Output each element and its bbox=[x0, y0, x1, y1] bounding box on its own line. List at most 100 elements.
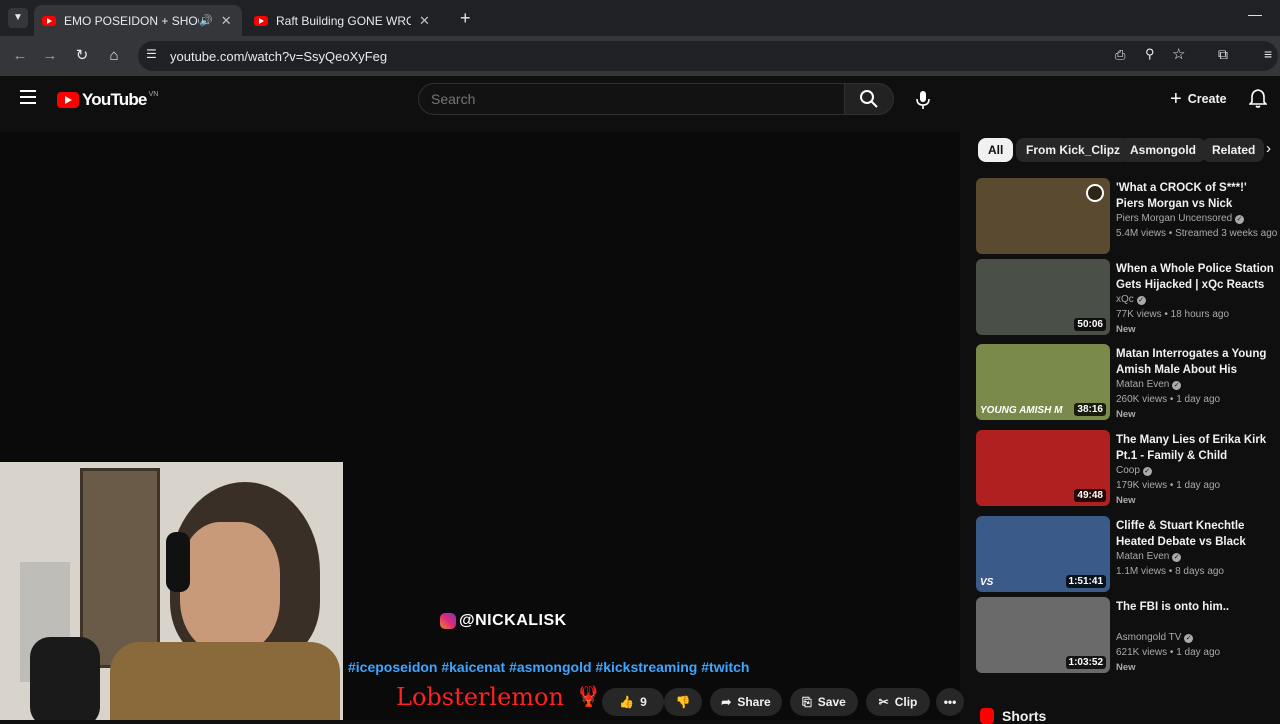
video-title[interactable]: 'What a CROCK of S***!' Piers Morgan vs … bbox=[1116, 180, 1276, 212]
channel-name[interactable]: Asmongold TV ✓ bbox=[1116, 632, 1194, 643]
chip-related[interactable]: Related bbox=[1202, 138, 1264, 162]
browser-menu-icon[interactable]: ≡ bbox=[1264, 46, 1272, 62]
address-bar[interactable]: ☰ youtube.com/watch?v=SsyQeoXyFeg ⎙ ⚲ ☆ bbox=[138, 41, 1278, 71]
search-button[interactable] bbox=[844, 83, 894, 115]
video-meta: 621K views • 1 day ago bbox=[1116, 647, 1221, 658]
bell-icon bbox=[1248, 89, 1268, 108]
close-tab-icon[interactable]: ✕ bbox=[419, 13, 430, 29]
video-thumbnail[interactable]: 50:06 bbox=[976, 259, 1110, 335]
thumbnail-caption: YOUNG AMISH M bbox=[980, 405, 1063, 416]
video-duration: 49:48 bbox=[1074, 489, 1106, 502]
tab-title: Raft Building GONE WRONG! bbox=[276, 13, 411, 28]
video-title[interactable]: When a Whole Police Station Gets Hijacke… bbox=[1116, 261, 1276, 293]
channel-name[interactable]: xQc ✓ bbox=[1116, 294, 1146, 305]
channel-name[interactable]: Coop ✓ bbox=[1116, 465, 1152, 476]
forward-icon[interactable]: → bbox=[40, 46, 60, 66]
youtube-favicon-icon bbox=[42, 15, 56, 26]
recommendation-item[interactable]: VS 1:51:41 Cliffe & Stuart Knechtle Heated… bbox=[976, 516, 1276, 592]
chip-asmongold[interactable]: Asmongold bbox=[1120, 138, 1206, 162]
reload-icon[interactable]: ↻ bbox=[72, 46, 92, 66]
tab-title: EMO POSEIDON + SHOOV bbox=[64, 13, 199, 28]
instagram-icon bbox=[440, 613, 456, 629]
new-badge: New bbox=[1116, 324, 1136, 335]
video-title[interactable]: The FBI is onto him.. bbox=[1116, 599, 1276, 615]
browser-tab-2[interactable]: Raft Building GONE WRONG! ✕ bbox=[246, 5, 454, 36]
clip-button[interactable]: ✂ Clip bbox=[866, 688, 930, 716]
like-count: 9 bbox=[640, 695, 647, 709]
share-label: Share bbox=[737, 695, 771, 709]
channel-name[interactable]: Piers Morgan Uncensored ✓ bbox=[1116, 213, 1244, 224]
video-thumbnail[interactable]: 49:48 bbox=[976, 430, 1110, 506]
microphone-image bbox=[30, 637, 100, 720]
back-icon[interactable]: ← bbox=[10, 46, 30, 66]
new-tab-button[interactable]: + bbox=[460, 8, 471, 29]
video-meta: 260K views • 1 day ago bbox=[1116, 394, 1221, 405]
youtube-logo[interactable]: YouTube VN bbox=[57, 90, 158, 110]
bookmark-star-icon[interactable]: ☆ bbox=[1172, 45, 1185, 63]
video-thumbnail[interactable] bbox=[976, 178, 1110, 254]
verified-icon: ✓ bbox=[1136, 296, 1146, 305]
share-button[interactable]: ➦ Share bbox=[710, 688, 782, 716]
zoom-icon[interactable]: ⚲ bbox=[1145, 46, 1155, 62]
channel-name[interactable]: Matan Even ✓ bbox=[1116, 551, 1182, 562]
video-thumbnail[interactable]: 1:03:52 bbox=[976, 597, 1110, 673]
video-duration: 38:16 bbox=[1074, 403, 1106, 416]
recommendation-item[interactable]: 49:48 The Many Lies of Erika Kirk Pt.1 - … bbox=[976, 430, 1276, 506]
chips-next-icon[interactable]: › bbox=[1266, 140, 1271, 157]
video-thumbnail[interactable]: VS 1:51:41 bbox=[976, 516, 1110, 592]
browser-toolbar: ← → ↻ ⌂ ☰ youtube.com/watch?v=SsyQeoXyFe… bbox=[0, 36, 1280, 76]
search-box[interactable] bbox=[418, 83, 845, 115]
install-app-icon[interactable]: ⎙ bbox=[1115, 47, 1125, 63]
create-label: Create bbox=[1187, 92, 1227, 106]
url-text[interactable]: youtube.com/watch?v=SsyQeoXyFeg bbox=[170, 49, 387, 64]
home-icon[interactable]: ⌂ bbox=[104, 46, 124, 66]
overlay-handle-text: @NICKALISK bbox=[459, 612, 567, 629]
search-input[interactable] bbox=[419, 84, 844, 114]
close-tab-icon[interactable]: ✕ bbox=[221, 13, 232, 29]
video-title[interactable]: The Many Lies of Erika Kirk Pt.1 - Famil… bbox=[1116, 432, 1276, 464]
search-icon bbox=[860, 90, 878, 108]
chip-from-kick-clipz[interactable]: From Kick_Clipz bbox=[1016, 138, 1131, 162]
video-meta: 1.1M views • 8 days ago bbox=[1116, 566, 1224, 577]
minimize-window-icon[interactable]: — bbox=[1248, 6, 1262, 22]
new-badge: New bbox=[1116, 495, 1136, 506]
browser-tab-strip: ▼ EMO POSEIDON + SHOOV 🔊 ✕ Raft Building… bbox=[0, 0, 1280, 36]
video-title[interactable]: Cliffe & Stuart Knechtle Heated Debate v… bbox=[1116, 518, 1276, 550]
channel-name[interactable]: Matan Even ✓ bbox=[1116, 379, 1182, 390]
headphones-image bbox=[166, 532, 190, 592]
like-button[interactable]: 👍 9 bbox=[602, 688, 664, 716]
create-button[interactable]: + Create bbox=[1162, 84, 1235, 114]
video-thumbnail[interactable]: YOUNG AMISH M 38:16 bbox=[976, 344, 1110, 420]
shorts-section-header: Shorts bbox=[980, 708, 1046, 724]
verified-icon: ✓ bbox=[1234, 215, 1244, 224]
recommendation-item[interactable]: YOUNG AMISH M 38:16 Matan Interrogates a Y… bbox=[976, 344, 1276, 420]
video-duration: 1:03:52 bbox=[1065, 656, 1106, 669]
clock-icon[interactable] bbox=[1086, 184, 1104, 202]
save-button[interactable]: ⎘ Save bbox=[790, 688, 858, 716]
tab-list-button[interactable]: ▼ bbox=[8, 8, 28, 28]
youtube-logo-icon bbox=[57, 92, 79, 108]
site-info-icon[interactable]: ☰ bbox=[146, 47, 157, 61]
video-title[interactable]: Matan Interrogates a Young Amish Male Ab… bbox=[1116, 346, 1276, 378]
chip-all[interactable]: All bbox=[978, 138, 1014, 162]
browser-tab-1[interactable]: EMO POSEIDON + SHOOV 🔊 ✕ bbox=[34, 5, 242, 36]
video-meta: 5.4M views • Streamed 3 weeks ago bbox=[1116, 228, 1278, 239]
notifications-button[interactable] bbox=[1248, 89, 1268, 114]
recommendation-item[interactable]: 1:03:52 The FBI is onto him.. Asmongold TV… bbox=[976, 597, 1276, 673]
audio-playing-icon[interactable]: 🔊 bbox=[199, 14, 213, 27]
more-actions-button[interactable]: ••• bbox=[936, 688, 964, 716]
extensions-icon[interactable]: ⧉ bbox=[1218, 46, 1228, 63]
dislike-button[interactable]: 👍 bbox=[664, 688, 702, 716]
recommendation-item[interactable]: 50:06 When a Whole Police Station Gets Hi… bbox=[976, 259, 1276, 335]
video-duration: 1:51:41 bbox=[1065, 575, 1106, 588]
donor-name: Lobsterlemon bbox=[396, 683, 564, 711]
shorts-icon bbox=[980, 708, 994, 724]
shirt-image bbox=[110, 642, 340, 720]
video-hashtags[interactable]: #iceposeidon #kaicenat #asmongold #kicks… bbox=[348, 659, 749, 675]
voice-search-button[interactable] bbox=[910, 88, 936, 112]
youtube-header: YouTube VN + Create bbox=[0, 76, 1280, 132]
save-label: Save bbox=[817, 695, 846, 709]
streamer-webcam bbox=[0, 462, 343, 720]
hamburger-menu-icon[interactable] bbox=[20, 90, 36, 104]
recommendation-item[interactable]: 'What a CROCK of S***!' Piers Morgan vs … bbox=[976, 178, 1278, 254]
